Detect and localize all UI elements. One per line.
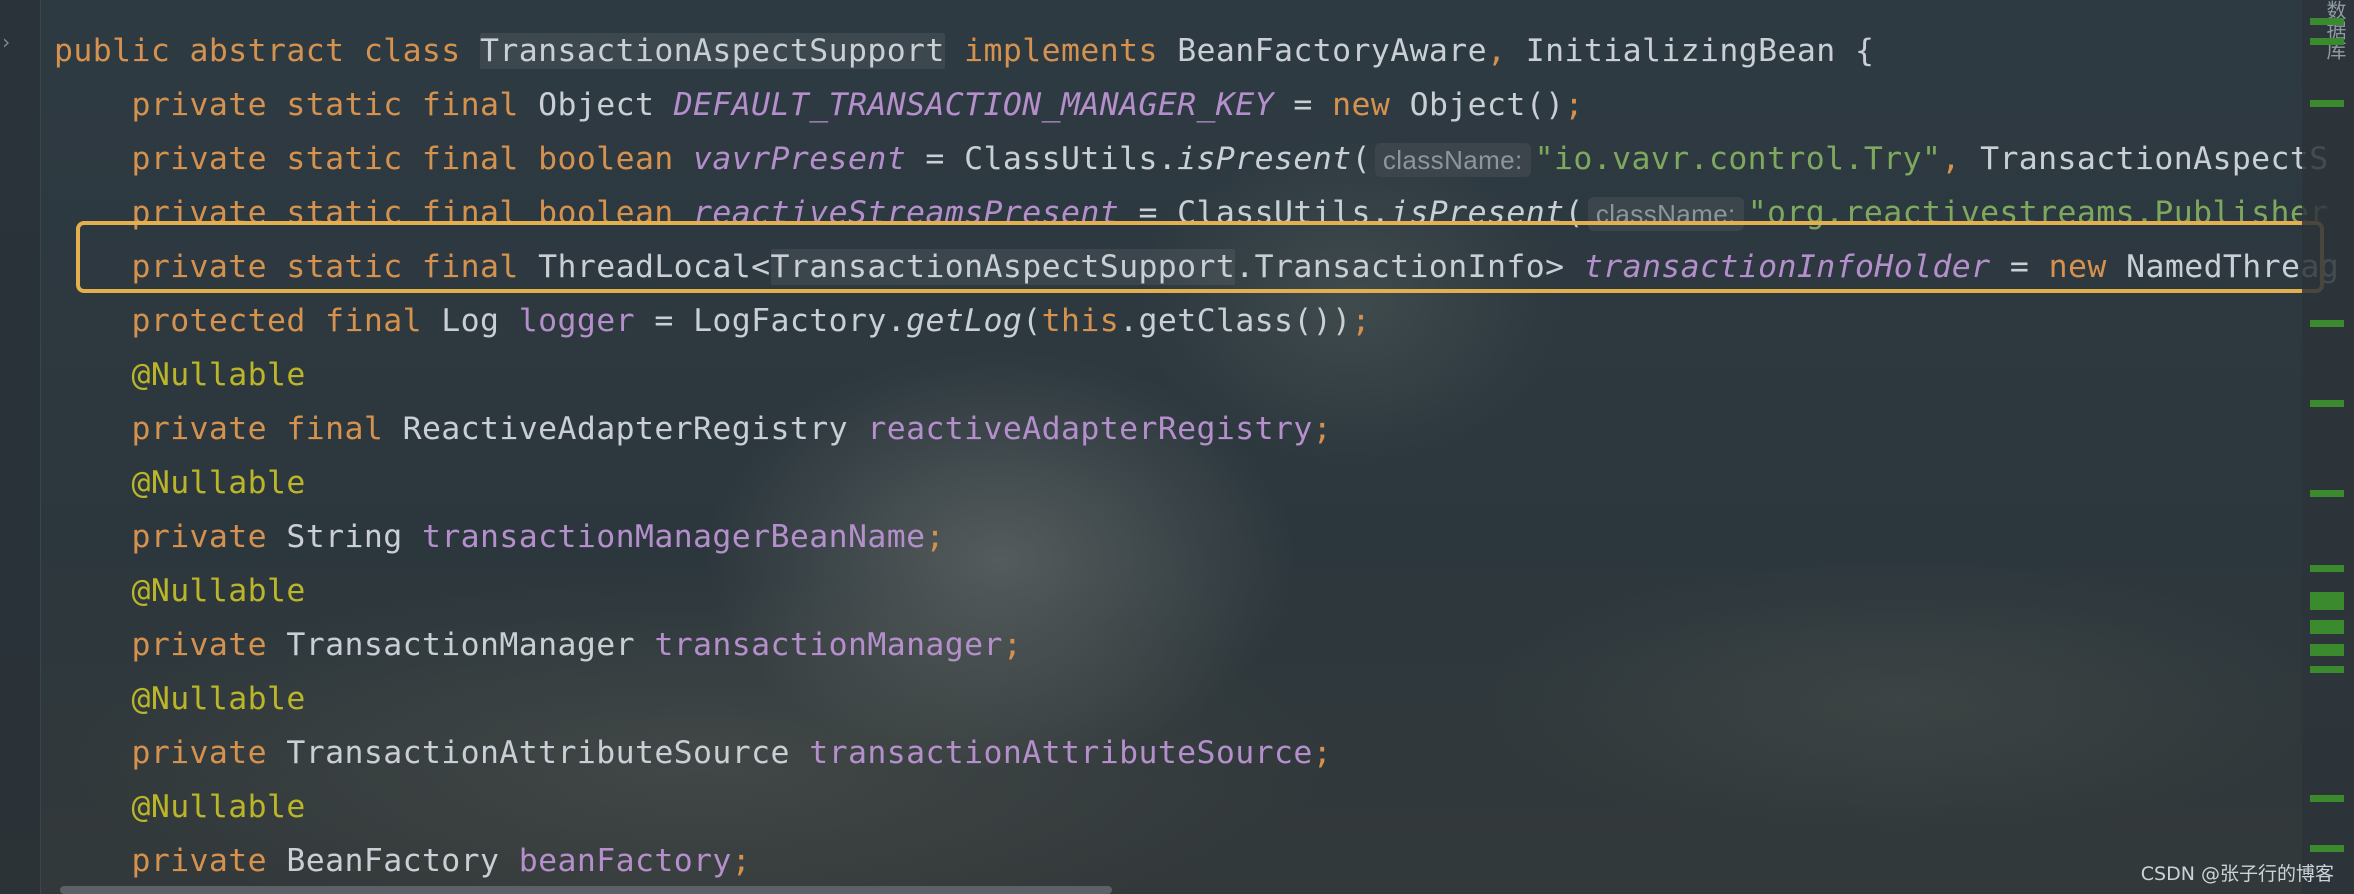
horizontal-scrollbar[interactable] bbox=[60, 886, 1112, 894]
change-marker[interactable] bbox=[2310, 620, 2344, 634]
code-line[interactable]: @Nullable bbox=[54, 672, 2354, 726]
change-marker[interactable] bbox=[2310, 644, 2344, 656]
code-line[interactable]: public abstract class TransactionAspectS… bbox=[54, 24, 2354, 78]
code-token: ( bbox=[1351, 141, 1371, 177]
code-token: BeanFactory bbox=[286, 843, 519, 879]
code-editor[interactable]: public abstract class TransactionAspectS… bbox=[54, 24, 2354, 888]
code-token: private static final bbox=[54, 87, 539, 123]
code-token: TransactionAspectSupport bbox=[480, 33, 945, 69]
change-marker[interactable] bbox=[2310, 100, 2344, 107]
code-token: TransactionAttributeSource bbox=[286, 735, 810, 771]
code-token: String bbox=[286, 519, 422, 555]
code-token: @Nullable bbox=[54, 573, 306, 609]
code-token: TransactionAspectS bbox=[1980, 141, 2329, 177]
code-token: @Nullable bbox=[54, 681, 306, 717]
code-token: = ClassUtils. bbox=[906, 141, 1178, 177]
code-token: DEFAULT_TRANSACTION_MANAGER_KEY bbox=[673, 87, 1274, 123]
code-line[interactable]: private String transactionManagerBeanNam… bbox=[54, 510, 2354, 564]
database-tool-tab[interactable]: 数据库 bbox=[2321, 0, 2350, 60]
code-token: ; bbox=[731, 843, 752, 879]
code-token: getLog bbox=[906, 303, 1023, 339]
code-token: private bbox=[54, 735, 287, 771]
watermark: CSDN @张子行的博客 bbox=[2140, 863, 2334, 885]
code-token: BeanFactoryAware bbox=[1177, 33, 1488, 69]
change-marker[interactable] bbox=[2310, 18, 2344, 25]
code-token: ; bbox=[1312, 411, 1333, 447]
code-token: protected final bbox=[54, 303, 442, 339]
code-token: InitializingBean { bbox=[1525, 33, 1875, 69]
code-token: ; bbox=[1564, 87, 1584, 123]
code-token: transactionAttributeSource bbox=[809, 735, 1313, 771]
code-token: , bbox=[1487, 33, 1526, 69]
code-token: ; bbox=[1351, 303, 1371, 339]
change-marker[interactable] bbox=[2310, 565, 2344, 572]
code-token: ( bbox=[1022, 303, 1042, 339]
code-token: Object bbox=[538, 87, 674, 123]
parameter-hint: className: bbox=[1374, 143, 1531, 177]
change-marker[interactable] bbox=[2310, 320, 2344, 327]
code-line[interactable]: protected final Log logger = LogFactory.… bbox=[54, 294, 2354, 348]
change-marker[interactable] bbox=[2310, 795, 2344, 802]
code-line[interactable]: private BeanFactory beanFactory; bbox=[54, 834, 2354, 888]
code-token: .getClass()) bbox=[1119, 303, 1352, 339]
code-token: private bbox=[54, 519, 287, 555]
code-line[interactable]: @Nullable bbox=[54, 348, 2354, 402]
code-token: transactionManager bbox=[654, 627, 1003, 663]
code-token: ; bbox=[925, 519, 945, 555]
code-token: transactionManagerBeanName bbox=[421, 519, 926, 555]
code-line[interactable]: private static final Object DEFAULT_TRAN… bbox=[54, 78, 2354, 132]
highlight-annotation-box bbox=[76, 221, 2324, 293]
code-token: vavrPresent bbox=[693, 141, 907, 177]
code-line[interactable]: @Nullable bbox=[54, 564, 2354, 618]
code-token: "io.vavr.control.Try" bbox=[1534, 141, 1942, 177]
code-token: = LogFactory. bbox=[634, 303, 907, 339]
code-token: private bbox=[54, 627, 287, 663]
fold-marker-icon[interactable]: › bbox=[0, 30, 12, 54]
change-marker[interactable] bbox=[2310, 490, 2344, 497]
code-token: ; bbox=[1312, 735, 1333, 771]
code-token: ; bbox=[1002, 627, 1023, 663]
code-token: beanFactory bbox=[518, 843, 732, 879]
change-marker[interactable] bbox=[2310, 845, 2344, 852]
code-line[interactable]: private TransactionAttributeSource trans… bbox=[54, 726, 2354, 780]
change-marker[interactable] bbox=[2310, 38, 2344, 45]
code-line[interactable]: @Nullable bbox=[54, 456, 2354, 510]
change-marker[interactable] bbox=[2310, 400, 2344, 407]
code-token: public abstract class bbox=[54, 33, 481, 69]
code-token: new bbox=[1332, 87, 1410, 123]
code-token: , bbox=[1941, 141, 1981, 177]
code-token: this bbox=[1041, 303, 1120, 339]
code-token: reactiveAdapterRegistry bbox=[867, 411, 1313, 447]
code-token: @Nullable bbox=[54, 465, 306, 501]
code-token: implements bbox=[944, 33, 1178, 69]
code-token: = bbox=[1274, 87, 1333, 123]
code-line[interactable]: @Nullable bbox=[54, 780, 2354, 834]
code-line[interactable]: private final ReactiveAdapterRegistry re… bbox=[54, 402, 2354, 456]
right-tool-strip[interactable]: 数据库 bbox=[2302, 0, 2354, 894]
change-marker[interactable] bbox=[2310, 592, 2344, 610]
code-token: private final bbox=[54, 411, 403, 447]
code-token: Log bbox=[441, 303, 519, 339]
change-marker[interactable] bbox=[2310, 666, 2344, 673]
code-token: logger bbox=[518, 303, 635, 339]
code-token: private static final boolean bbox=[54, 141, 694, 177]
code-token: @Nullable bbox=[54, 357, 306, 393]
code-token: private bbox=[54, 843, 287, 879]
code-token: Object() bbox=[1409, 87, 1565, 123]
code-token: isPresent bbox=[1177, 141, 1352, 177]
code-line[interactable]: private static final boolean vavrPresent… bbox=[54, 132, 2354, 186]
code-token: ReactiveAdapterRegistry bbox=[402, 411, 868, 447]
code-line[interactable]: private TransactionManager transactionMa… bbox=[54, 618, 2354, 672]
code-token: @Nullable bbox=[54, 789, 306, 825]
code-token: TransactionManager bbox=[286, 627, 655, 663]
editor-gutter[interactable]: › bbox=[0, 0, 41, 894]
